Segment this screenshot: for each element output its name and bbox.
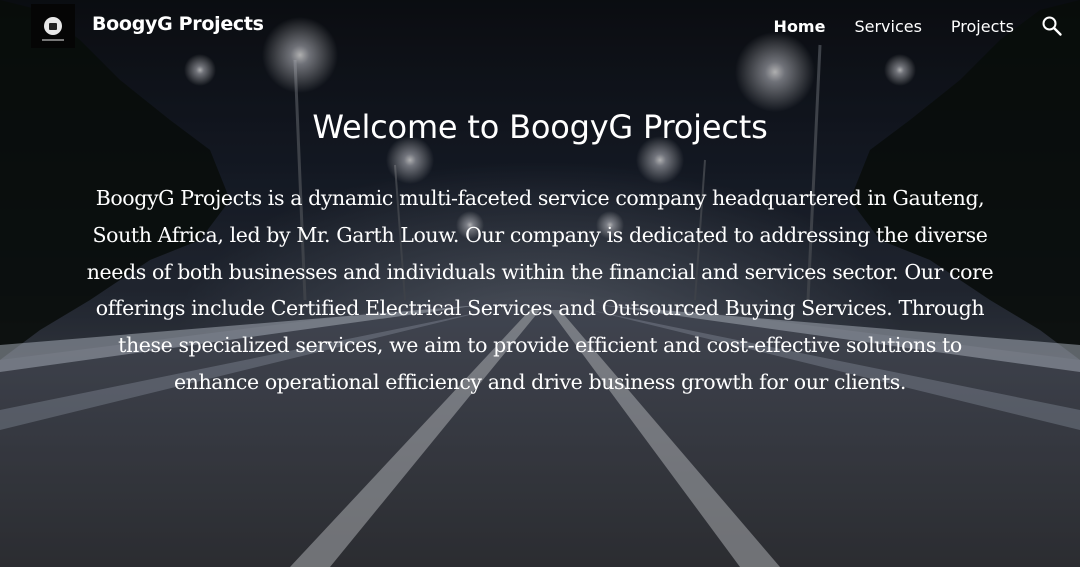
nav-item-services[interactable]: Services: [854, 17, 921, 36]
site-header: BoogyG Projects Home Services Projects: [0, 0, 1080, 54]
page: BoogyG Projects Home Services Projects W…: [0, 0, 1080, 567]
logo-emblem-icon: [44, 17, 62, 35]
nav-item-home[interactable]: Home: [774, 17, 826, 36]
hero-title: Welcome to BoogyG Projects: [312, 108, 768, 146]
nav-item-projects[interactable]: Projects: [951, 17, 1014, 36]
site-title[interactable]: BoogyG Projects: [92, 13, 264, 35]
search-icon: [1042, 16, 1062, 36]
site-logo[interactable]: [31, 4, 75, 48]
logo-caption: [42, 39, 64, 41]
hero-description: BoogyG Projects is a dynamic multi-facet…: [86, 186, 994, 394]
search-button[interactable]: [1041, 15, 1063, 37]
main-nav: Home Services Projects: [774, 17, 1014, 36]
